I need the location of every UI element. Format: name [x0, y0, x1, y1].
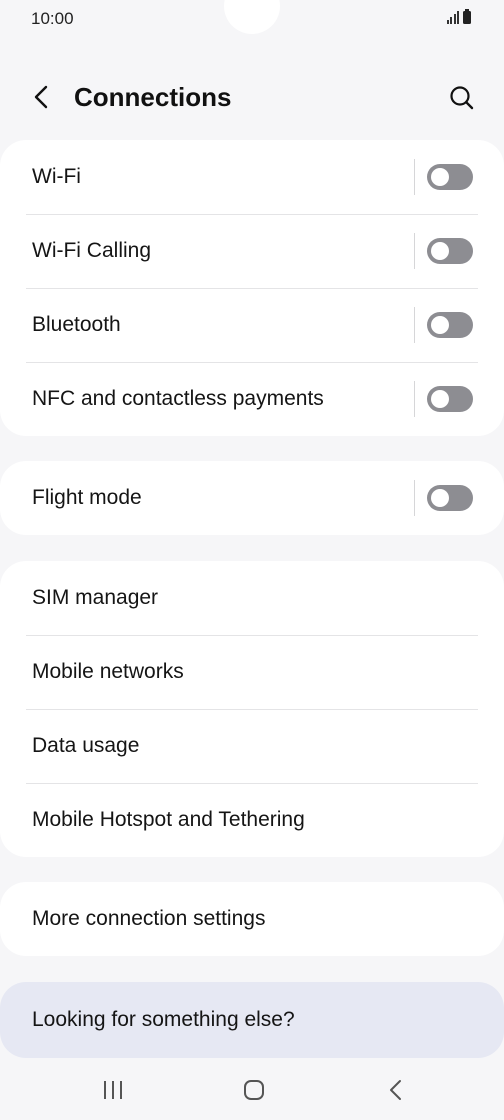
signal-icon [446, 11, 459, 24]
nfc-toggle[interactable] [427, 386, 473, 412]
sim-manager-row[interactable]: SIM manager [0, 561, 504, 635]
divider [414, 480, 415, 516]
divider [414, 307, 415, 343]
toggle-knob [431, 168, 449, 186]
wifi-calling-toggle[interactable] [427, 238, 473, 264]
nfc-row[interactable]: NFC and contactless payments [0, 362, 504, 436]
flight-mode-card: Flight mode [0, 461, 504, 535]
divider [414, 159, 415, 195]
status-time: 10:00 [31, 9, 74, 28]
recent-apps-icon[interactable] [102, 1079, 124, 1101]
toggle-knob [431, 316, 449, 334]
app-header: Connections [0, 70, 504, 126]
divider [414, 233, 415, 269]
data-usage-row[interactable]: Data usage [0, 709, 504, 783]
flight-mode-label: Flight mode [32, 486, 142, 509]
suggestion-label: Looking for something else? [32, 1008, 295, 1031]
wifi-toggle[interactable] [427, 164, 473, 190]
wifi-calling-label: Wi-Fi Calling [32, 239, 152, 262]
sim-manager-label: SIM manager [32, 586, 159, 609]
toggle-knob [431, 242, 449, 260]
camera-notch [224, 0, 280, 34]
wifi-label: Wi-Fi [32, 165, 81, 188]
navigation-bar [0, 1062, 504, 1120]
bluetooth-toggle[interactable] [427, 312, 473, 338]
wireless-settings-card: Wi-Fi Wi-Fi Calling Bluetooth NFC and co… [0, 140, 504, 436]
wifi-calling-row[interactable]: Wi-Fi Calling [0, 214, 504, 288]
bluetooth-row[interactable]: Bluetooth [0, 288, 504, 362]
suggestion-card: Looking for something else? [0, 982, 504, 1058]
mobile-networks-label: Mobile networks [32, 660, 184, 683]
status-bar: 10:00 [0, 0, 504, 38]
flight-mode-row[interactable]: Flight mode [0, 461, 504, 535]
toggle-knob [431, 489, 449, 507]
more-connection-settings-row[interactable]: More connection settings [0, 882, 504, 956]
page-title: Connections [74, 82, 232, 112]
more-connection-settings-label: More connection settings [32, 907, 266, 930]
back-icon[interactable] [28, 82, 58, 112]
hotspot-tethering-label: Mobile Hotspot and Tethering [32, 808, 305, 831]
flight-mode-toggle[interactable] [427, 485, 473, 511]
data-usage-label: Data usage [32, 734, 140, 757]
nfc-label: NFC and contactless payments [32, 387, 324, 410]
status-icons [446, 9, 471, 24]
battery-icon [463, 9, 471, 24]
looking-for-something-else-row[interactable]: Looking for something else? [0, 982, 504, 1058]
home-icon[interactable] [243, 1079, 265, 1101]
hotspot-tethering-row[interactable]: Mobile Hotspot and Tethering [0, 783, 504, 857]
network-settings-card: SIM manager Mobile networks Data usage M… [0, 561, 504, 857]
more-settings-card: More connection settings [0, 882, 504, 956]
wifi-row[interactable]: Wi-Fi [0, 140, 504, 214]
bluetooth-label: Bluetooth [32, 313, 121, 336]
divider [414, 381, 415, 417]
connections-screen: 10:00 Connections Wi-Fi Wi-Fi Calling Bl… [0, 0, 504, 1120]
mobile-networks-row[interactable]: Mobile networks [0, 635, 504, 709]
toggle-knob [431, 390, 449, 408]
search-icon[interactable] [446, 82, 478, 114]
back-icon[interactable] [385, 1078, 407, 1102]
